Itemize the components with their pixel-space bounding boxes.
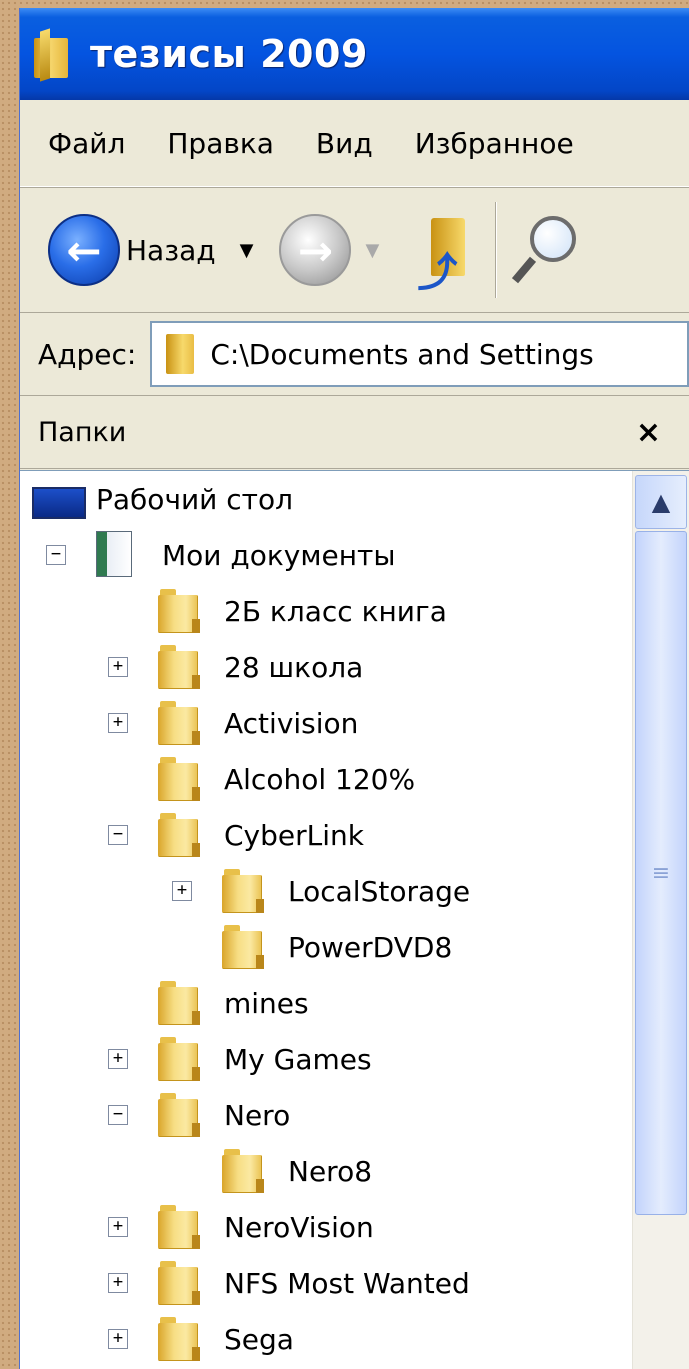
folder-icon (158, 1093, 200, 1137)
window-title: тезисы 2009 (90, 32, 368, 76)
folder-icon (158, 981, 200, 1025)
tree-item[interactable]: 2Б класс книга (20, 585, 620, 637)
back-button-label: Назад (126, 233, 216, 267)
address-bar: Адрес: C:\Documents and Settings (20, 313, 689, 396)
folder-tree: Рабочий стол − Мои документы 2Б класс кн… (20, 470, 689, 1369)
folders-pane-header: Папки × (20, 396, 689, 469)
tree-item[interactable]: + 28 школа (20, 641, 620, 693)
tree-item-label: NeroVision (224, 1210, 374, 1244)
collapse-icon[interactable]: − (46, 545, 66, 565)
tree-item-label: LocalStorage (288, 874, 471, 908)
tree-item-label: Sega (224, 1322, 294, 1356)
tree-item-label: PowerDVD8 (288, 930, 453, 964)
search-button[interactable] (512, 210, 577, 290)
search-icon (530, 216, 577, 262)
tree-item[interactable]: + LocalStorage (20, 865, 620, 917)
tree-item[interactable]: Nero8 (20, 1145, 620, 1197)
title-bar[interactable]: тезисы 2009 (20, 8, 689, 100)
my-documents-icon (96, 531, 132, 577)
tree-item-label: mines (224, 986, 309, 1020)
expand-icon[interactable]: + (108, 657, 128, 677)
menu-file[interactable]: Файл (48, 127, 125, 160)
tree-item-label: Nero8 (288, 1154, 373, 1188)
address-value: C:\Documents and Settings (210, 337, 594, 371)
toolbar-separator (495, 202, 497, 298)
tree-item-my-documents[interactable]: − Мои документы (20, 529, 620, 581)
expand-icon[interactable]: + (108, 1329, 128, 1349)
scroll-up-button[interactable]: ▲ (635, 475, 687, 529)
arrow-right-icon: → (297, 225, 334, 275)
tree-item-label: Мои документы (162, 538, 396, 572)
folder-icon (158, 1261, 200, 1305)
tree-item[interactable]: + Activision (20, 697, 620, 749)
tree-item-label: Рабочий стол (96, 482, 294, 516)
menu-favorites[interactable]: Избранное (415, 127, 574, 160)
forward-button[interactable]: → (279, 214, 352, 286)
tree-item-label: Alcohol 120% (224, 762, 416, 796)
tree-item[interactable]: + NFS Most Wanted (20, 1257, 620, 1309)
folder-icon (158, 1317, 200, 1361)
tree-item[interactable]: Alcohol 120% (20, 753, 620, 805)
arrow-left-icon: ← (48, 214, 120, 286)
menu-view[interactable]: Вид (316, 127, 373, 160)
address-input[interactable]: C:\Documents and Settings (150, 321, 689, 387)
tree-item-desktop[interactable]: Рабочий стол (20, 473, 620, 525)
expand-icon[interactable]: + (108, 1217, 128, 1237)
folder-icon (222, 925, 264, 969)
tree-item-label: 2Б класс книга (224, 594, 447, 628)
tree-item-label: 28 школа (224, 650, 364, 684)
tree-item[interactable]: PowerDVD8 (20, 921, 620, 973)
menu-bar: Файл Правка Вид Избранное (20, 100, 689, 187)
close-icon[interactable]: × (636, 415, 661, 450)
folder-icon (158, 1037, 200, 1081)
expand-icon[interactable]: + (108, 1049, 128, 1069)
expand-icon[interactable]: + (108, 713, 128, 733)
back-dropdown-icon[interactable]: ▼ (240, 240, 254, 261)
folder-icon (158, 813, 200, 857)
folder-icon (158, 1205, 200, 1249)
back-button[interactable]: ← Назад ▼ (48, 210, 253, 290)
folder-icon (158, 645, 200, 689)
folder-icon (166, 334, 195, 374)
address-label: Адрес: (38, 337, 137, 371)
tree-item[interactable]: + My Games (20, 1033, 620, 1085)
collapse-icon[interactable]: − (108, 825, 128, 845)
scroll-thumb[interactable]: ≡ (635, 531, 687, 1215)
tree-item[interactable]: + NeroVision (20, 1201, 620, 1253)
collapse-icon[interactable]: − (108, 1105, 128, 1125)
chevron-up-icon: ▲ (651, 488, 671, 516)
tree-item[interactable]: + Sega (20, 1313, 620, 1365)
tree-item[interactable]: mines (20, 977, 620, 1029)
folder-window-icon (34, 28, 74, 82)
expand-icon[interactable]: + (108, 1273, 128, 1293)
tree-item-label: Nero (224, 1098, 291, 1132)
folder-icon (158, 701, 200, 745)
vertical-scrollbar[interactable]: ▲ ≡ (632, 471, 689, 1369)
tree-item[interactable]: − CyberLink (20, 809, 620, 861)
folder-icon (222, 869, 264, 913)
folders-pane-title: Папки (38, 416, 127, 448)
explorer-window: тезисы 2009 Файл Правка Вид Избранное ← … (20, 8, 689, 1369)
tree-item[interactable]: − Nero (20, 1089, 620, 1141)
tree-item-label: Activision (224, 706, 359, 740)
toolbar: ← Назад ▼ → ▼ ⤴ (20, 188, 689, 313)
tree-item-label: CyberLink (224, 818, 364, 852)
expand-icon[interactable]: + (172, 881, 192, 901)
folder-up-button[interactable]: ⤴ (417, 218, 469, 296)
folder-icon (222, 1149, 264, 1193)
grip-icon: ≡ (651, 860, 671, 886)
folder-icon (158, 589, 200, 633)
folder-icon (158, 757, 200, 801)
tree-item-label: My Games (224, 1042, 372, 1076)
menu-edit[interactable]: Правка (167, 127, 274, 160)
desktop-icon (32, 487, 86, 519)
tree-item-label: NFS Most Wanted (224, 1266, 470, 1300)
forward-dropdown-icon[interactable]: ▼ (365, 240, 379, 261)
